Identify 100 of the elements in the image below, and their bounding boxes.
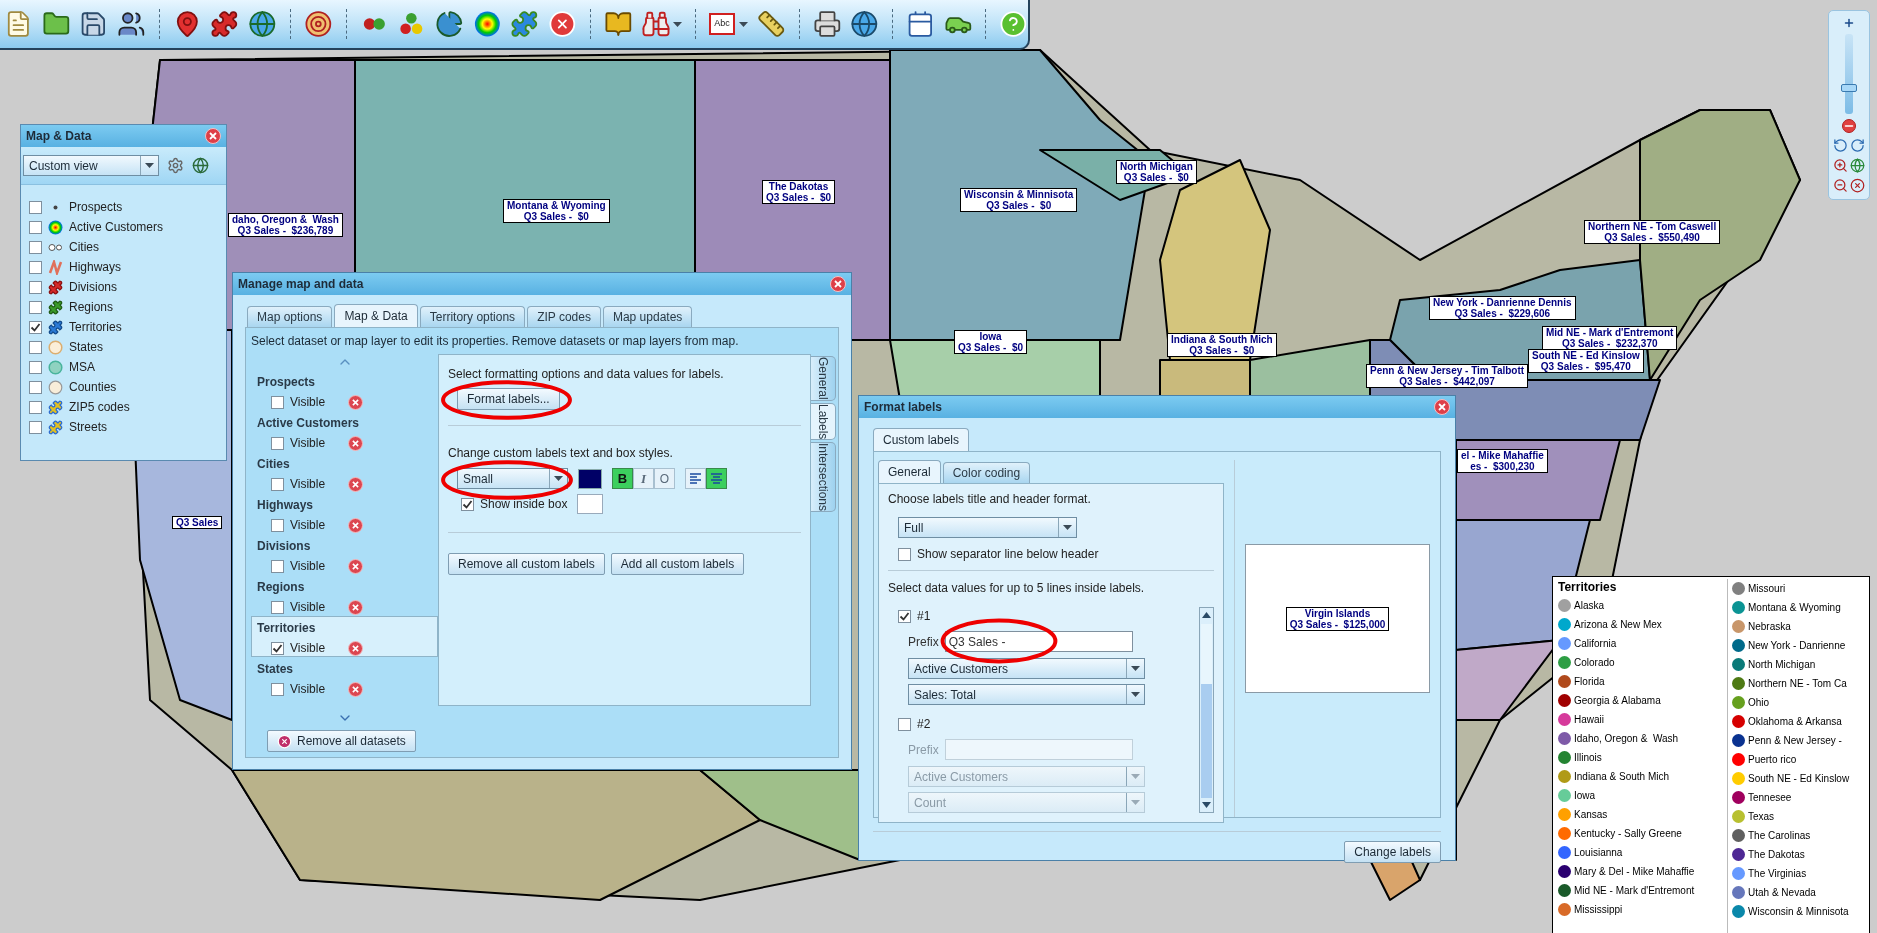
globe-icon[interactable] (248, 9, 277, 39)
checkbox[interactable] (29, 320, 42, 334)
zoom-slider-thumb[interactable] (1841, 84, 1857, 93)
checkbox[interactable] (271, 641, 284, 655)
close-icon[interactable] (1850, 178, 1865, 193)
size-dropdown[interactable]: Small (457, 468, 568, 489)
tab[interactable]: Map updates (602, 306, 693, 327)
checkbox[interactable] (29, 420, 42, 434)
checkbox[interactable] (29, 200, 42, 214)
checkbox[interactable] (29, 280, 42, 294)
side-tab[interactable]: General (811, 356, 836, 401)
checkbox[interactable] (29, 220, 42, 234)
globe-tool-icon[interactable] (192, 157, 209, 174)
puzzle-icon[interactable] (210, 9, 240, 39)
zoom-out-search-icon[interactable] (1833, 178, 1848, 193)
align-left-button[interactable] (685, 468, 706, 489)
checkbox[interactable] (271, 559, 284, 573)
remove-datasets-button[interactable]: Remove all datasets (267, 730, 416, 752)
caret-icon[interactable] (673, 21, 683, 27)
dataset-item[interactable]: Highways Visible (251, 493, 438, 534)
remove-icon[interactable] (348, 681, 363, 697)
users-icon[interactable] (117, 9, 146, 39)
heatmap-icon[interactable] (472, 9, 502, 39)
field-dropdown[interactable]: Sales: Total (908, 684, 1145, 705)
checkbox[interactable] (271, 600, 284, 614)
view-dropdown[interactable]: Custom view (23, 155, 159, 176)
checkbox[interactable] (29, 300, 42, 314)
printer-icon[interactable] (812, 9, 842, 39)
checkbox[interactable] (898, 547, 911, 561)
checkbox[interactable] (898, 717, 911, 731)
dataset-item[interactable]: States Visible (251, 657, 438, 698)
rotate-right-icon[interactable] (1850, 138, 1865, 153)
caret-icon[interactable] (738, 21, 748, 27)
tab[interactable]: Map options (247, 306, 333, 327)
tab[interactable]: Custom labels (873, 428, 970, 451)
binoculars-icon[interactable] (641, 9, 672, 39)
italic-button[interactable]: I (633, 468, 654, 489)
tab[interactable]: Territory options (419, 306, 526, 327)
prefix-field[interactable]: Q3 Sales - (944, 631, 1133, 652)
tab[interactable]: General (878, 460, 941, 483)
scroll-up-icon[interactable] (1202, 612, 1211, 618)
zoom-in-icon[interactable] (1843, 17, 1855, 29)
checkbox[interactable] (29, 400, 42, 414)
side-tab[interactable]: Labels (811, 402, 836, 441)
zoom-box-icon[interactable] (1833, 158, 1848, 173)
checkbox[interactable] (271, 682, 284, 696)
dataset-item[interactable]: Territories Visible (251, 616, 438, 657)
book-icon[interactable] (603, 9, 633, 39)
text-label-tool[interactable]: Abc (709, 13, 735, 35)
globe-icon[interactable] (850, 9, 879, 39)
dataset-item[interactable]: Cities Visible (251, 452, 438, 493)
text-color-swatch[interactable] (578, 468, 602, 489)
checkbox[interactable] (898, 609, 911, 623)
tab[interactable]: Map & Data (334, 304, 418, 327)
dataset-item[interactable]: Active Customers Visible (251, 411, 438, 452)
checkbox[interactable] (29, 340, 42, 354)
header-format-dropdown[interactable]: Full (898, 517, 1077, 538)
prefix-field[interactable] (944, 739, 1133, 760)
dataset-item[interactable]: Divisions Visible (251, 534, 438, 575)
scroll-down-icon[interactable] (1202, 802, 1211, 808)
format-labels-button[interactable]: Format labels... (457, 388, 560, 410)
side-tab[interactable]: Intersections (811, 442, 836, 513)
remove-icon[interactable] (348, 599, 363, 615)
checkbox[interactable] (271, 436, 284, 450)
tab[interactable]: Color coding (942, 462, 1031, 483)
dataset-item[interactable]: Prospects Visible (251, 370, 438, 411)
remove-labels-button[interactable]: Remove all custom labels (448, 553, 605, 575)
add-labels-button[interactable]: Add all custom labels (610, 553, 745, 575)
scrollbar[interactable] (1199, 607, 1214, 813)
checkbox[interactable] (29, 360, 42, 374)
remove-icon[interactable] (348, 640, 363, 656)
align-center-button[interactable] (706, 468, 727, 489)
checkbox[interactable] (271, 518, 284, 532)
puzzle-icon[interactable] (510, 9, 539, 39)
scrollbar-thumb[interactable] (1201, 684, 1212, 798)
target-icon[interactable] (303, 9, 333, 39)
globe-icon[interactable] (1850, 158, 1865, 173)
remove-icon[interactable] (348, 558, 363, 574)
rotate-left-icon[interactable] (1833, 138, 1848, 153)
checkbox[interactable] (461, 497, 474, 511)
checkbox[interactable] (29, 380, 42, 394)
dataset-dropdown[interactable]: Active Customers (908, 658, 1145, 679)
remove-icon[interactable] (348, 476, 363, 492)
pie-chart-icon[interactable] (434, 9, 464, 39)
outline-button[interactable]: O (654, 468, 675, 489)
help-icon[interactable] (999, 9, 1028, 39)
box-color-swatch[interactable] (577, 494, 604, 514)
ruler-icon[interactable] (756, 9, 786, 39)
zoom-out-icon[interactable] (1842, 119, 1856, 133)
tab[interactable]: ZIP codes (527, 306, 601, 327)
change-labels-button[interactable]: Change labels (1344, 841, 1441, 863)
remove-icon[interactable] (348, 435, 363, 451)
settings-icon[interactable] (167, 157, 184, 174)
dataset-item[interactable]: Regions Visible (251, 575, 438, 616)
checkbox[interactable] (271, 477, 284, 491)
remove-icon[interactable] (348, 517, 363, 533)
checkbox[interactable] (29, 240, 42, 254)
bold-button[interactable]: B (612, 468, 633, 489)
delete-icon[interactable] (547, 9, 577, 39)
checkbox[interactable] (29, 260, 42, 274)
